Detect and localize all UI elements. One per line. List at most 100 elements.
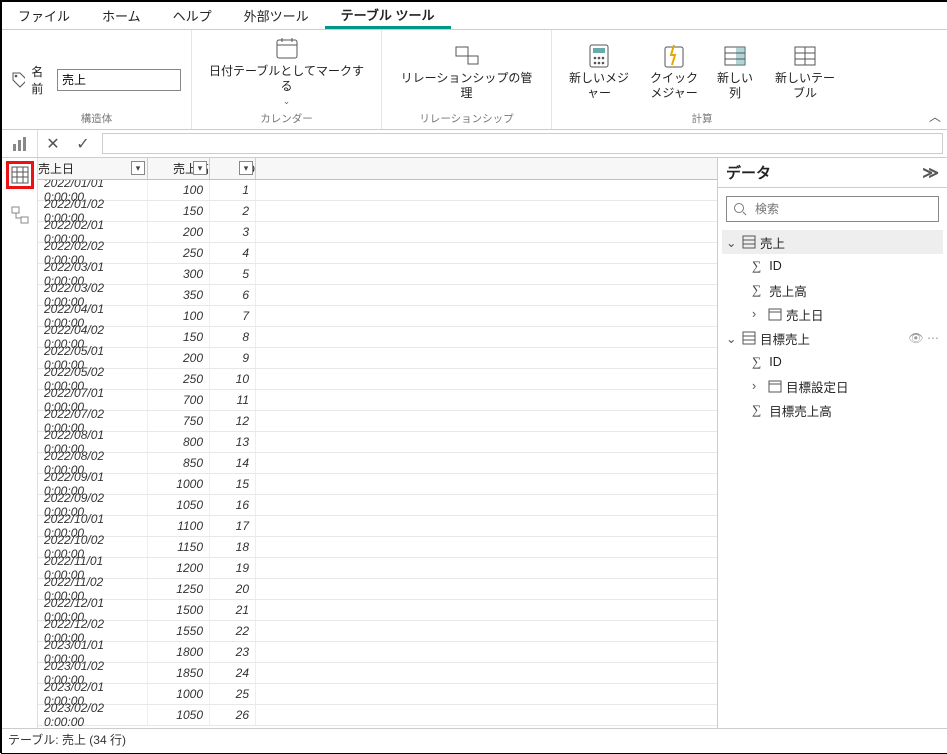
menu-item-4[interactable]: テーブル ツール bbox=[325, 2, 451, 29]
data-panel: データ ≫ ⌄ 売上 ∑ID ∑売上高 › 売上日 ⌄ 目標売上 👁 ⋯ bbox=[717, 158, 947, 728]
cell: 15 bbox=[210, 474, 256, 494]
fields-tree: ⌄ 売上 ∑ID ∑売上高 › 売上日 ⌄ 目標売上 👁 ⋯ ∑ID › 目標設… bbox=[718, 230, 947, 422]
cell: 9 bbox=[210, 348, 256, 368]
status-bar: テーブル: 売上 (34 行) bbox=[2, 728, 947, 750]
tree-field-date[interactable]: › 売上日 bbox=[722, 302, 943, 326]
cell: 8 bbox=[210, 327, 256, 347]
cancel-formula-button[interactable]: ✕ bbox=[38, 130, 68, 157]
cell: 18 bbox=[210, 537, 256, 557]
cell: 1850 bbox=[148, 663, 210, 683]
column-filter-icon[interactable]: ▾ bbox=[131, 161, 145, 175]
quick-measure-button[interactable]: クイック メジャー bbox=[646, 41, 702, 103]
cell: 25 bbox=[210, 684, 256, 704]
panel-title: データ bbox=[726, 162, 771, 183]
tree-field-target-date[interactable]: › 目標設定日 bbox=[722, 374, 943, 398]
cell: 1050 bbox=[148, 705, 210, 725]
column-header-1[interactable]: 売上高▾ bbox=[148, 158, 210, 179]
mark-as-date-table-button[interactable]: 日付テーブルとしてマークする ⌄ bbox=[202, 34, 371, 109]
cell: 4 bbox=[210, 243, 256, 263]
date-hierarchy-icon bbox=[768, 379, 782, 393]
cell: 26 bbox=[210, 705, 256, 725]
cell: 1550 bbox=[148, 621, 210, 641]
cell: 1800 bbox=[148, 642, 210, 662]
data-view-button[interactable] bbox=[7, 162, 33, 188]
table-icon bbox=[742, 331, 756, 345]
data-grid: 売上日▾売上高▾ID▾ 2022/01/01 0:00:0010012022/0… bbox=[38, 158, 717, 728]
cell: 3 bbox=[210, 222, 256, 242]
tree-field-target-id[interactable]: ∑ID bbox=[722, 350, 943, 374]
tree-table-sales[interactable]: ⌄ 売上 bbox=[722, 230, 943, 254]
cell: 200 bbox=[148, 348, 210, 368]
formula-bar-row: ✕ ✓ bbox=[2, 130, 947, 158]
cell: 12 bbox=[210, 411, 256, 431]
column-header-0[interactable]: 売上日▾ bbox=[38, 158, 148, 179]
cell: 150 bbox=[148, 201, 210, 221]
ribbon-group-label-calendar: カレンダー bbox=[260, 109, 313, 129]
cell: 1 bbox=[210, 180, 256, 200]
cell: 11 bbox=[210, 390, 256, 410]
model-view-button[interactable] bbox=[7, 202, 33, 228]
menu-item-1[interactable]: ホーム bbox=[86, 2, 157, 29]
cell: 1000 bbox=[148, 474, 210, 494]
panel-collapse-icon[interactable]: ≫ bbox=[922, 163, 939, 183]
ribbon: 名前 構造体 日付テーブルとしてマークする ⌄ カレンダー リレーションシップの… bbox=[2, 30, 947, 130]
menu-item-0[interactable]: ファイル bbox=[2, 2, 86, 29]
report-view-button[interactable] bbox=[7, 131, 33, 157]
cell: 1050 bbox=[148, 495, 210, 515]
ribbon-group-label-structure: 構造体 bbox=[81, 109, 113, 129]
cell: 19 bbox=[210, 558, 256, 578]
tag-icon bbox=[12, 72, 25, 88]
commit-formula-button[interactable]: ✓ bbox=[68, 130, 98, 157]
column-header-2[interactable]: ID▾ bbox=[210, 158, 256, 179]
cell: 6 bbox=[210, 285, 256, 305]
manage-relationships-button[interactable]: リレーションシップの管理 bbox=[392, 41, 541, 103]
ribbon-group-label-relationship: リレーションシップ bbox=[419, 109, 513, 129]
cell: 20 bbox=[210, 579, 256, 599]
new-table-button[interactable]: 新しいテーブル bbox=[768, 41, 842, 103]
cell: 24 bbox=[210, 663, 256, 683]
date-hierarchy-icon bbox=[768, 307, 782, 321]
cell: 23 bbox=[210, 642, 256, 662]
menu-item-2[interactable]: ヘルプ bbox=[157, 2, 228, 29]
table-row[interactable]: 2023/02/02 0:00:00105026 bbox=[38, 705, 717, 726]
tree-field-amount[interactable]: ∑売上高 bbox=[722, 278, 943, 302]
new-column-button[interactable]: 新しい列 bbox=[712, 41, 758, 103]
cell: 2023/02/02 0:00:00 bbox=[38, 705, 148, 725]
quick-measure-icon bbox=[661, 43, 687, 69]
column-filter-icon[interactable]: ▾ bbox=[239, 161, 253, 175]
cell: 1000 bbox=[148, 684, 210, 704]
search-input[interactable] bbox=[753, 201, 932, 217]
more-options-icon[interactable]: 👁 ⋯ bbox=[908, 331, 939, 345]
cell: 10 bbox=[210, 369, 256, 389]
calculator-icon bbox=[586, 43, 612, 69]
cell: 750 bbox=[148, 411, 210, 431]
table-icon bbox=[742, 235, 756, 249]
cell: 7 bbox=[210, 306, 256, 326]
new-measure-button[interactable]: 新しいメジャー bbox=[562, 41, 636, 103]
cell: 100 bbox=[148, 180, 210, 200]
cell: 2 bbox=[210, 201, 256, 221]
cell: 1100 bbox=[148, 516, 210, 536]
column-filter-icon[interactable]: ▾ bbox=[193, 161, 207, 175]
ribbon-group-label-calc: 計算 bbox=[692, 109, 713, 129]
cell: 850 bbox=[148, 453, 210, 473]
cell: 250 bbox=[148, 243, 210, 263]
name-label: 名前 bbox=[31, 63, 51, 97]
tree-field-id[interactable]: ∑ID bbox=[722, 254, 943, 278]
cell: 800 bbox=[148, 432, 210, 452]
search-icon bbox=[733, 202, 747, 216]
grid-body[interactable]: 2022/01/01 0:00:0010012022/01/02 0:00:00… bbox=[38, 180, 717, 728]
formula-input[interactable] bbox=[102, 133, 943, 154]
cell: 1150 bbox=[148, 537, 210, 557]
cell: 1200 bbox=[148, 558, 210, 578]
search-box[interactable] bbox=[726, 196, 939, 222]
cell: 300 bbox=[148, 264, 210, 284]
menu-item-3[interactable]: 外部ツール bbox=[228, 2, 325, 29]
cell: 700 bbox=[148, 390, 210, 410]
tree-field-target-amount[interactable]: ∑目標売上高 bbox=[722, 398, 943, 422]
top-menu: ファイルホームヘルプ外部ツールテーブル ツール bbox=[2, 2, 947, 30]
table-name-input[interactable] bbox=[57, 69, 181, 91]
tree-table-target[interactable]: ⌄ 目標売上 👁 ⋯ bbox=[722, 326, 943, 350]
ribbon-collapse-chevron-icon[interactable]: ︿ bbox=[929, 108, 941, 125]
cell: 21 bbox=[210, 600, 256, 620]
